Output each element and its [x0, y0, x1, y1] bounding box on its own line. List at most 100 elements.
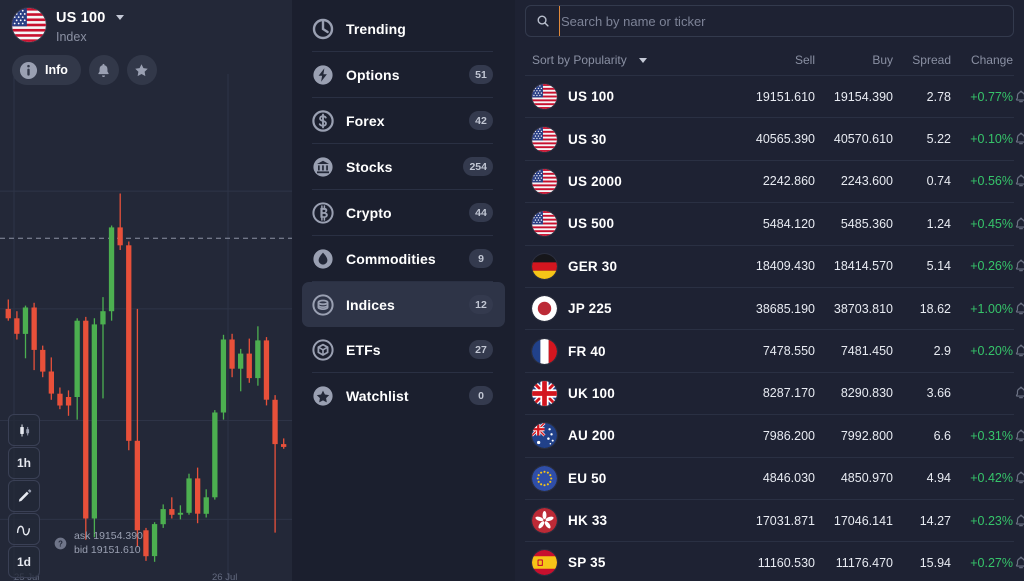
- sidebar-item-label: Forex: [346, 112, 385, 129]
- table-row[interactable]: HK 33 17031.871 17046.141 14.27 +0.23%: [525, 500, 1024, 543]
- flag-us-icon: [532, 168, 557, 194]
- sidebar-item-badge: 0: [469, 386, 493, 405]
- bid-value: bid 19151.610: [74, 543, 141, 556]
- instrument-cell: HK 33: [527, 508, 723, 534]
- sidebar-item-trending[interactable]: Trending: [302, 6, 505, 51]
- spread-value: 18.62: [919, 301, 951, 316]
- help-icon[interactable]: ?: [54, 537, 67, 550]
- chart-tool-candlestick-style[interactable]: [8, 414, 40, 446]
- stocks-icon: [312, 156, 334, 178]
- sort-dropdown[interactable]: Sort by Popularity: [527, 53, 723, 67]
- instrument-cell: AU 200: [527, 423, 723, 449]
- flag-us-icon: [532, 126, 557, 152]
- chart-tool-draw[interactable]: [8, 480, 40, 512]
- table-row[interactable]: SP 35 11160.530 11176.470 15.94 +0.27%: [525, 542, 1024, 581]
- sidebar-item-label: Trending: [346, 20, 406, 37]
- sell-price: 11160.530: [757, 555, 815, 570]
- chart-tool-timeframe-1d[interactable]: 1d: [8, 546, 40, 578]
- buy-price: 4850.970: [840, 471, 893, 486]
- column-header-sell[interactable]: Sell: [723, 53, 815, 67]
- table-row[interactable]: GER 30 18409.430 18414.570 5.14 +0.26%: [525, 246, 1024, 288]
- sidebar-item-indices[interactable]: Indices 12: [302, 282, 505, 327]
- alert-icon[interactable]: [1013, 428, 1024, 444]
- alert-icon[interactable]: [1013, 343, 1024, 359]
- alert-icon[interactable]: [1013, 555, 1024, 571]
- sell-price: 7986.200: [762, 428, 815, 443]
- sidebar-item-forex[interactable]: Forex 42: [302, 98, 505, 143]
- buy-price: 7992.800: [840, 428, 893, 443]
- change-value: +0.27%: [970, 555, 1013, 570]
- search-input[interactable]: [559, 6, 1003, 36]
- sidebar-item-badge: 27: [469, 340, 493, 359]
- sell-price: 19151.610: [755, 89, 815, 104]
- sidebar-item-commodities[interactable]: Commodities 9: [302, 236, 505, 281]
- alert-icon[interactable]: [1013, 385, 1024, 401]
- table-row[interactable]: US 2000 2242.860 2243.600 0.74 +0.56%: [525, 161, 1024, 204]
- instrument-selector[interactable]: US 100: [56, 9, 125, 27]
- buy-price: 40570.610: [833, 132, 893, 147]
- row-actions: [1013, 470, 1024, 486]
- sidebar-item-label: Indices: [346, 296, 395, 313]
- sidebar-item-crypto[interactable]: Crypto 44: [302, 190, 505, 235]
- sidebar-item-watchlist[interactable]: Watchlist 0: [302, 373, 505, 418]
- instrument-ticker: JP 225: [568, 301, 612, 317]
- row-actions: [1013, 89, 1024, 105]
- flag-hk-icon: [532, 508, 557, 534]
- sidebar-item-options[interactable]: Options 51: [302, 52, 505, 97]
- sidebar-item-badge: 51: [469, 65, 493, 84]
- table-row[interactable]: EU 50 4846.030 4850.970 4.94 +0.42%: [525, 458, 1024, 500]
- flag-us-icon: [532, 84, 557, 110]
- alert-icon[interactable]: [1013, 173, 1024, 189]
- change-value: +0.42%: [970, 471, 1013, 486]
- alert-icon[interactable]: [1013, 131, 1024, 147]
- sell-price: 2242.860: [762, 174, 815, 189]
- search-bar[interactable]: [525, 5, 1014, 37]
- alert-button[interactable]: [88, 55, 119, 85]
- instrument-cell: US 2000: [527, 168, 723, 194]
- spread-value: 3.66: [926, 386, 951, 401]
- instrument-meta: US 100 Index: [56, 8, 125, 44]
- instrument-cell: US 100: [527, 84, 723, 110]
- spread-value: 2.78: [926, 89, 951, 104]
- spread-value: 5.22: [926, 132, 951, 147]
- table-row[interactable]: US 100 19151.610 19154.390 2.78 +0.77%: [525, 76, 1024, 119]
- info-button[interactable]: Info: [12, 55, 81, 85]
- row-actions: [1013, 428, 1024, 444]
- change-value: +0.26%: [970, 259, 1013, 274]
- alert-icon[interactable]: [1013, 513, 1024, 529]
- table-row[interactable]: FR 40 7478.550 7481.450 2.9 +0.20%: [525, 330, 1024, 373]
- alert-icon[interactable]: [1013, 216, 1024, 232]
- sidebar-item-label: Watchlist: [346, 387, 409, 404]
- table-row[interactable]: AU 200 7986.200 7992.800 6.6 +0.31%: [525, 415, 1024, 458]
- change-value: +0.77%: [970, 89, 1013, 104]
- alert-icon[interactable]: [1013, 470, 1024, 486]
- instrument-ticker: US 500: [568, 216, 615, 232]
- row-actions: [1013, 343, 1024, 359]
- alert-icon[interactable]: [1013, 301, 1024, 317]
- table-row[interactable]: UK 100 8287.170 8290.830 3.66: [525, 373, 1024, 416]
- flag-de-icon: [532, 253, 557, 279]
- instrument-ticker: GER 30: [568, 258, 618, 274]
- flag-es-icon: [532, 550, 557, 576]
- sidebar-item-badge: 254: [463, 157, 493, 176]
- chart-tool-timeframe-1h[interactable]: 1h: [8, 447, 40, 479]
- sell-price: 8287.170: [762, 386, 815, 401]
- column-header-spread[interactable]: Spread: [893, 53, 951, 67]
- column-header-change[interactable]: Change: [951, 53, 1013, 67]
- sidebar-item-etfs[interactable]: ETFs 27: [302, 327, 505, 372]
- chart-toolbar: 1h 1d: [8, 414, 40, 579]
- sidebar-item-badge: 9: [469, 249, 493, 268]
- sell-price: 4846.030: [762, 471, 815, 486]
- buy-price: 38703.810: [833, 301, 893, 316]
- table-row[interactable]: US 30 40565.390 40570.610 5.22 +0.10%: [525, 118, 1024, 161]
- spread-value: 0.74: [926, 174, 951, 189]
- sidebar-item-stocks[interactable]: Stocks 254: [302, 144, 505, 189]
- column-header-buy[interactable]: Buy: [815, 53, 893, 67]
- favorite-button[interactable]: [126, 55, 157, 85]
- chart-tool-indicators[interactable]: [8, 513, 40, 545]
- alert-icon[interactable]: [1013, 89, 1024, 105]
- table-row[interactable]: US 500 5484.120 5485.360 1.24 +0.45%: [525, 203, 1024, 246]
- table-row[interactable]: JP 225 38685.190 38703.810 18.62 +1.00%: [525, 288, 1024, 331]
- alert-icon[interactable]: [1013, 258, 1024, 274]
- spread-value: 5.14: [926, 259, 951, 274]
